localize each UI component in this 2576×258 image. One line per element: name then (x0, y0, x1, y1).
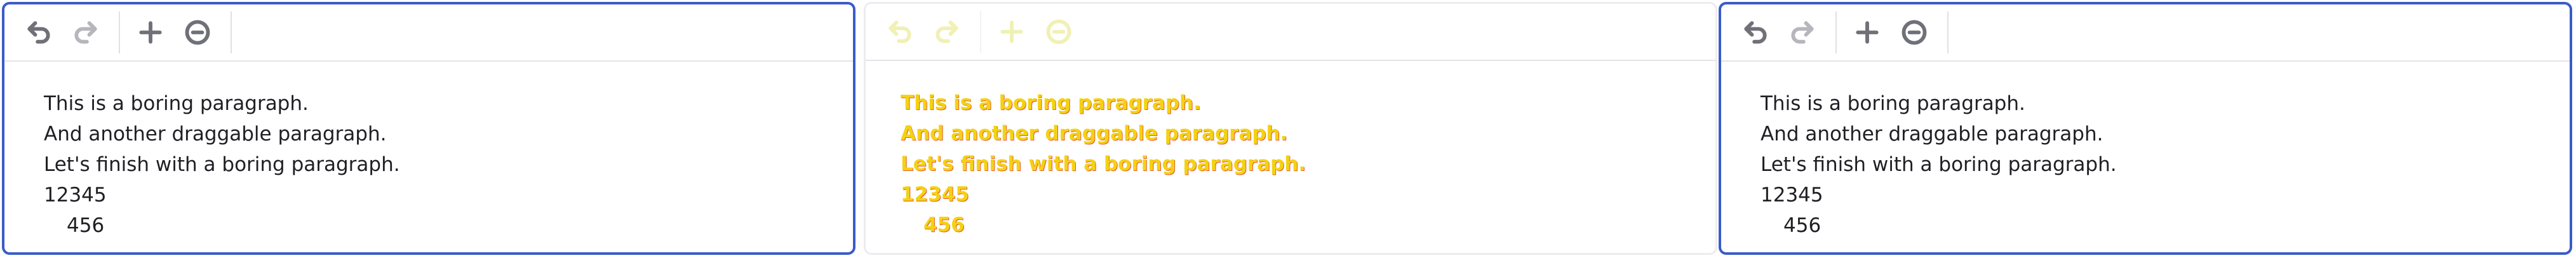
paragraph[interactable]: 12345 (1761, 180, 2570, 210)
paragraph: 12345 (901, 183, 969, 206)
redo-button[interactable] (69, 16, 102, 49)
toolbar-divider (119, 11, 120, 53)
toolbar-divider (980, 11, 981, 53)
toolbar-divider (1947, 11, 1949, 53)
editor-content[interactable]: This is a boring paragraph. And another … (4, 62, 853, 241)
paragraph: Let's finish with a boring paragraph. (901, 153, 1306, 175)
add-button[interactable] (134, 16, 167, 49)
minus-circle-icon (1902, 20, 1927, 45)
remove-button (1042, 15, 1075, 48)
paragraph[interactable]: Let's finish with a boring paragraph. (1761, 149, 2570, 180)
remove-button[interactable] (181, 16, 214, 49)
undo-icon (889, 20, 911, 43)
toolbar-divider (1835, 11, 1837, 53)
editor-toolbar (4, 4, 853, 62)
plus-icon (1856, 21, 1879, 44)
redo-button[interactable] (1786, 16, 1819, 49)
plus-icon (1000, 20, 1023, 43)
paragraph: 456 (923, 214, 965, 236)
add-button (995, 15, 1028, 48)
redo-icon (1791, 21, 1814, 44)
undo-icon (27, 21, 50, 44)
editor-panel-right[interactable]: This is a boring paragraph. And another … (1719, 2, 2572, 255)
editor-content: This is a boring paragraph. And another … (866, 61, 1715, 240)
paragraph: This is a boring paragraph. (901, 92, 1201, 114)
plus-icon (139, 21, 162, 44)
remove-button[interactable] (1898, 16, 1931, 49)
editor-content[interactable]: This is a boring paragraph. And another … (1721, 62, 2570, 241)
undo-button[interactable] (1739, 16, 1772, 49)
undo-button (883, 15, 916, 48)
paragraph[interactable]: And another draggable paragraph. (1761, 119, 2570, 149)
paragraph[interactable]: 12345 (44, 180, 853, 210)
paragraph[interactable]: Let's finish with a boring paragraph. (44, 149, 853, 180)
editor-panel-left[interactable]: This is a boring paragraph. And another … (2, 2, 855, 255)
redo-icon (74, 21, 97, 44)
add-button[interactable] (1851, 16, 1884, 49)
paragraph[interactable]: This is a boring paragraph. (1761, 88, 2570, 119)
editor-toolbar (1721, 4, 2570, 62)
editor-toolbar (866, 4, 1715, 61)
toolbar-divider (231, 11, 232, 53)
paragraph[interactable]: This is a boring paragraph. (44, 88, 853, 119)
editor-panel-drag-preview: This is a boring paragraph. And another … (864, 2, 1717, 255)
paragraph[interactable]: 456 (44, 210, 853, 241)
paragraph[interactable]: 456 (1761, 210, 2570, 241)
undo-icon (1744, 21, 1767, 44)
undo-button[interactable] (22, 16, 55, 49)
redo-icon (936, 20, 958, 43)
minus-circle-icon (1046, 19, 1071, 44)
paragraph[interactable]: And another draggable paragraph. (44, 119, 853, 149)
redo-button (930, 15, 963, 48)
paragraph: And another draggable paragraph. (901, 122, 1288, 145)
minus-circle-icon (185, 20, 210, 45)
